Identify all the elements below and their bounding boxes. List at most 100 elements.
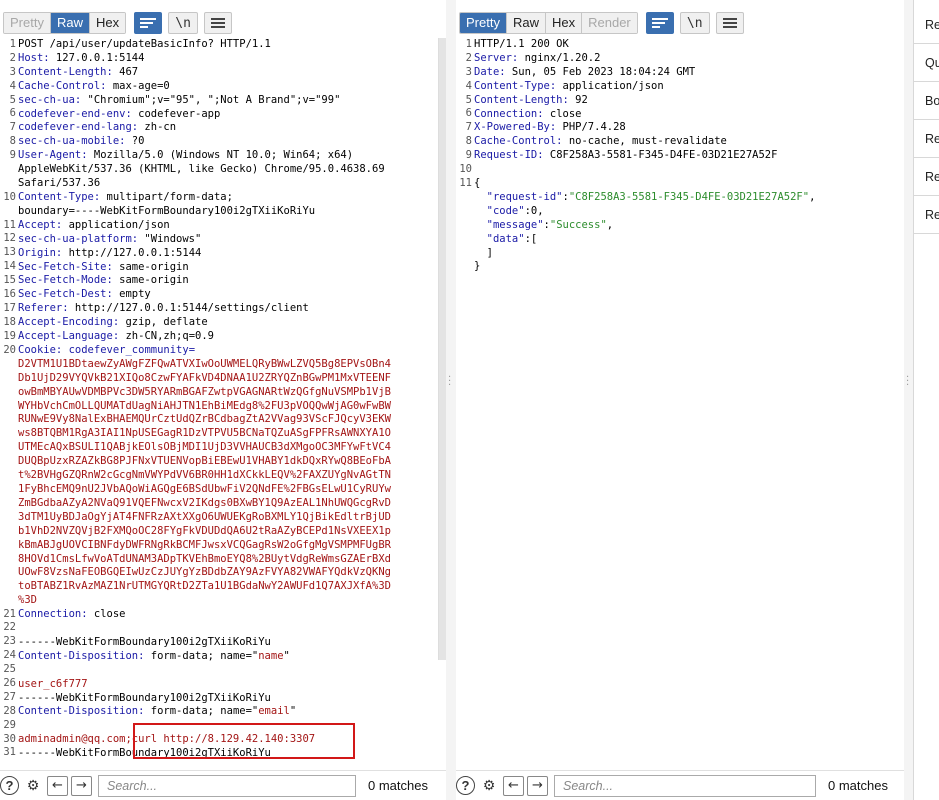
- help-icon[interactable]: ?: [0, 776, 19, 795]
- code-token: User-Agent:: [18, 149, 88, 162]
- request-line-numbers: 1 2 3 4 5 6 7 8 9 10 11 12 13 14 15 16 17 18 19 20 21 22 23 24 2…: [0, 38, 16, 760]
- line-number: [0, 566, 16, 580]
- previous-match-icon[interactable]: ←: [503, 775, 524, 796]
- code-token: 92: [568, 93, 588, 106]
- code-line: Origin: http://127.0.0.1:5144: [18, 247, 438, 261]
- response-editor[interactable]: 1 2 3 4 5 6 7 8 9 10 11 HTTP/1.1 200 OK Server: ngi…: [456, 38, 904, 770]
- tab-hex[interactable]: Hex: [545, 13, 583, 33]
- code-line: "message":"Success",: [474, 219, 904, 233]
- inspector-side-panel: ReQuBoReReRe: [913, 0, 939, 800]
- inspector-section-header[interactable]: Re: [914, 158, 939, 196]
- code-token: %3D: [18, 594, 37, 607]
- tab-hex[interactable]: Hex: [89, 13, 126, 33]
- wrap-icon: [140, 17, 157, 29]
- code-line: DUQBpUzxRZAZkBG8PJFNxVTUENVopBiEBEwU1VHA…: [18, 455, 438, 469]
- line-number: [0, 469, 16, 483]
- code-line: UOwF8VzsNaFEOBGQEIwUzCzJUYgYzBDdbZAY9AzF…: [18, 566, 438, 580]
- tab-pretty[interactable]: Pretty: [460, 13, 507, 33]
- code-line: sec-ch-ua-mobile: ?0: [18, 135, 438, 149]
- show-newlines-button[interactable]: \n: [679, 12, 710, 34]
- code-line: ]: [474, 247, 904, 261]
- code-line: Cache-Control: max-age=0: [18, 80, 438, 94]
- request-search-input[interactable]: Search...: [98, 774, 356, 797]
- next-match-icon[interactable]: →: [71, 775, 92, 796]
- tab-raw[interactable]: Raw: [506, 13, 546, 33]
- inspector-section-header[interactable]: Qu: [914, 44, 939, 82]
- code-line: 1FyBhcEMQ9nU2JVbAQoWiAGQgE6BSdUbwFiV2QNd…: [18, 483, 438, 497]
- inspector-section-header[interactable]: Re: [914, 196, 939, 234]
- inspector-section-header[interactable]: Re: [914, 120, 939, 158]
- response-search-input[interactable]: Search...: [554, 774, 816, 797]
- code-line: "data":[: [474, 233, 904, 247]
- code-token: 8HOVd1CmsLfwVoATdUNAM3ADpTKVEhBmoEYQ8%2B…: [18, 552, 391, 565]
- settings-gear-icon[interactable]: ⚙: [22, 775, 44, 797]
- code-token: Sec-Fetch-Mode:: [18, 274, 113, 287]
- line-number: 9: [9, 149, 16, 162]
- code-token: ": [283, 649, 290, 662]
- code-line: 8HOVd1CmsLfwVoATdUNAM3ADpTKVEhBmoEYQ8%2B…: [18, 553, 438, 567]
- code-token: codefever-app: [131, 107, 221, 120]
- line-number: [0, 552, 16, 566]
- pane-splitter[interactable]: · · ·: [904, 0, 913, 800]
- code-token: Content-Type:: [474, 79, 557, 92]
- code-line: Cache-Control: no-cache, must-revalidate: [474, 135, 904, 149]
- line-number: 23: [3, 635, 16, 648]
- line-number: 27: [3, 690, 16, 703]
- code-token: codefever-end-lang:: [18, 121, 139, 134]
- code-token: user_c6f777: [18, 677, 88, 690]
- line-number: [0, 455, 16, 469]
- code-token: Content-Type:: [18, 190, 101, 203]
- line-number: 10: [459, 163, 472, 176]
- response-body-text[interactable]: HTTP/1.1 200 OK Server: nginx/1.20.2 Date:…: [474, 38, 904, 274]
- request-toolbar: Pretty Raw Hex \n: [3, 12, 233, 34]
- code-line: Sec-Fetch-Site: same-origin: [18, 261, 438, 275]
- code-token: same-origin: [112, 274, 189, 287]
- help-icon[interactable]: ?: [456, 776, 475, 795]
- line-number: 5: [465, 93, 472, 106]
- response-menu-button[interactable]: [715, 12, 744, 34]
- tab-raw[interactable]: Raw: [50, 13, 90, 33]
- code-token: http://127.0.0.1:5144: [62, 246, 202, 259]
- line-number: [0, 441, 16, 455]
- code-line: {: [474, 177, 904, 191]
- line-number: 19: [3, 329, 16, 342]
- code-line: Content-Disposition: form-data; name="na…: [18, 650, 438, 664]
- previous-match-icon[interactable]: ←: [47, 775, 68, 796]
- code-token: 1FyBhcEMQ9nU2JVbAQoWiAGQgE6BSdUbwFiV2QNd…: [18, 483, 391, 495]
- request-body-text[interactable]: POST /api/user/updateBasicInfo? HTTP/1.1…: [18, 38, 438, 761]
- tab-render[interactable]: Render: [582, 13, 637, 33]
- code-token: codefever_community=: [62, 343, 196, 356]
- code-token: D2VTM1U1BDtaewZyAWgFZFQwATVXIwOoUWMELQRy…: [18, 357, 391, 370]
- code-line: owBmMBYAUwVDMBPVc3DW5RYARmBGAFZwtpVGAGNA…: [18, 386, 438, 400]
- code-token: same-origin: [112, 260, 189, 273]
- request-scrollbar[interactable]: [438, 38, 446, 660]
- tab-pretty[interactable]: Pretty: [4, 13, 51, 33]
- line-number: 21: [3, 607, 16, 620]
- settings-gear-icon[interactable]: ⚙: [478, 775, 500, 797]
- code-token: Content-Disposition:: [18, 649, 145, 662]
- request-editor[interactable]: 1 2 3 4 5 6 7 8 9 10 11 12 13 14 15 16 17 18 19 20 21 22 23 24 2…: [0, 38, 438, 770]
- code-token: ": [289, 705, 297, 718]
- code-token: zh-CN,zh;q=0.9: [119, 330, 214, 343]
- next-match-icon[interactable]: →: [527, 775, 548, 796]
- code-line: UTMEcAQxBSULI1QABjkEOlsOBjMDI1UjD3VVHAUC…: [18, 441, 438, 455]
- code-line: Content-Length: 467: [18, 66, 438, 80]
- line-number: 29: [3, 718, 16, 731]
- line-number: 16: [3, 288, 16, 301]
- code-line: User-Agent: Mozilla/5.0 (Windows NT 10.0…: [18, 149, 438, 163]
- code-line: boundary=----WebKitFormBoundary100i2gTXi…: [18, 205, 438, 219]
- show-newlines-button[interactable]: \n: [168, 12, 199, 34]
- word-wrap-button[interactable]: [134, 12, 163, 34]
- line-number: 28: [3, 704, 16, 717]
- request-menu-button[interactable]: [204, 12, 233, 34]
- inspector-section-header[interactable]: Re: [914, 6, 939, 44]
- response-line-numbers: 1 2 3 4 5 6 7 8 9 10 11: [456, 38, 472, 274]
- code-line: ------WebKitFormBoundary100i2gTXiiKoRiYu: [18, 636, 438, 650]
- word-wrap-button[interactable]: [645, 12, 674, 34]
- code-token: ?0: [125, 135, 145, 148]
- hamburger-icon: [722, 18, 737, 28]
- code-line: }: [474, 260, 904, 274]
- pane-splitter[interactable]: · · ·: [446, 0, 456, 800]
- line-number: 31: [3, 746, 16, 759]
- inspector-section-header[interactable]: Bo: [914, 82, 939, 120]
